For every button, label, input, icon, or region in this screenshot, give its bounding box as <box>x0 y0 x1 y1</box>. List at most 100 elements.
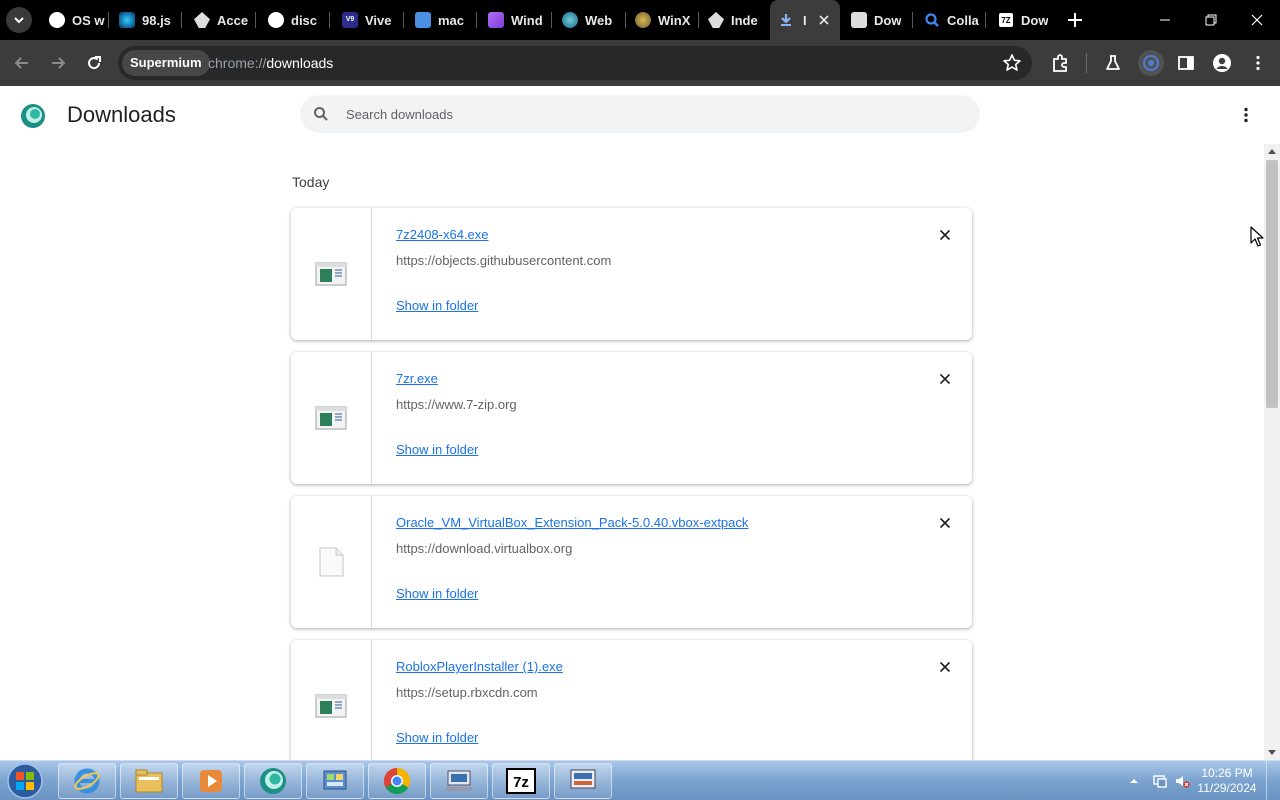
url-text[interactable]: chrome://downloads <box>208 46 333 80</box>
download-icon <box>781 14 791 26</box>
tab-downloads-active[interactable]: I <box>770 0 840 40</box>
remove-download-button[interactable] <box>935 225 955 245</box>
page-scrollbar[interactable] <box>1264 144 1280 760</box>
search-icon <box>314 107 328 121</box>
7zip-icon: 7z <box>506 768 536 794</box>
tab-web[interactable]: Web <box>554 0 626 40</box>
windows-icon <box>488 12 504 28</box>
extensions-button[interactable] <box>1048 51 1072 75</box>
show-in-folder-link[interactable]: Show in folder <box>396 298 478 313</box>
restore-button[interactable] <box>1188 0 1234 40</box>
back-button[interactable] <box>10 51 34 75</box>
tab-dow-7z[interactable]: 7Z Dow <box>990 0 1060 40</box>
forward-button[interactable] <box>46 51 70 75</box>
bookmark-star-icon[interactable] <box>1002 53 1022 73</box>
arrow-left-icon <box>14 57 28 69</box>
taskbar-internet-explorer[interactable] <box>58 763 116 799</box>
site-chip[interactable]: Supermium <box>122 50 210 76</box>
tab-dow[interactable]: Dow <box>843 0 913 40</box>
98js-icon <box>119 12 135 28</box>
profile-button[interactable] <box>1210 51 1234 75</box>
tab-mac[interactable]: mac <box>407 0 477 40</box>
new-tab-icon[interactable] <box>1064 9 1086 31</box>
show-in-folder-link[interactable]: Show in folder <box>396 586 478 601</box>
address-bar[interactable]: Supermium chrome://downloads <box>118 46 1032 80</box>
search-bar[interactable] <box>300 95 980 133</box>
remove-download-button[interactable] <box>935 657 955 677</box>
taskbar-supermium[interactable] <box>244 763 302 799</box>
remove-download-button[interactable] <box>935 369 955 389</box>
source-url: https://download.virtualbox.org <box>396 541 573 556</box>
filename-link[interactable]: 7z2408-x64.exe <box>396 227 489 242</box>
tab-winx[interactable]: WinX <box>627 0 699 40</box>
source-url: https://objects.githubusercontent.com <box>396 253 612 268</box>
restore-icon <box>1205 14 1217 26</box>
tab-label: Web <box>585 12 613 28</box>
labs-button[interactable] <box>1101 51 1125 75</box>
close-tab-icon[interactable] <box>816 12 832 28</box>
arrow-right-icon <box>52 57 66 69</box>
file-icon-column <box>291 496 372 628</box>
start-button[interactable] <box>5 762 45 800</box>
scrollbar-thumb[interactable] <box>1266 160 1278 408</box>
globe-icon <box>1143 55 1159 71</box>
taskbar-media-player[interactable] <box>182 763 240 799</box>
more-actions-icon[interactable] <box>1236 105 1256 125</box>
filename-link[interactable]: Oracle_VM_VirtualBox_Extension_Pack-5.0.… <box>396 515 748 530</box>
close-icon <box>939 661 951 673</box>
minimize-button[interactable] <box>1142 0 1188 40</box>
exe-icon <box>315 262 347 286</box>
chrome-icon <box>383 767 411 795</box>
github-icon <box>49 12 65 28</box>
search-icon <box>925 13 939 27</box>
taskbar-file-explorer[interactable] <box>120 763 178 799</box>
tab-inde[interactable]: Inde <box>700 0 770 40</box>
tab-disc[interactable]: disc <box>260 0 330 40</box>
profile-extension-button[interactable] <box>1138 50 1164 76</box>
show-in-folder-link[interactable]: Show in folder <box>396 730 478 745</box>
side-panel-button[interactable] <box>1174 51 1198 75</box>
minimize-icon <box>1160 19 1170 21</box>
scroll-up-icon[interactable] <box>1268 148 1276 156</box>
browser-menu-button[interactable] <box>1246 51 1270 75</box>
search-input[interactable] <box>346 95 946 133</box>
filename-link[interactable]: 7zr.exe <box>396 371 438 386</box>
show-in-folder-link[interactable]: Show in folder <box>396 442 478 457</box>
screen-icon <box>570 769 596 789</box>
scroll-down-icon[interactable] <box>1268 748 1276 756</box>
close-window-button[interactable] <box>1234 0 1280 40</box>
system-clock[interactable]: 10:26 PM 11/29/2024 <box>1194 766 1260 796</box>
inkscape-icon <box>194 12 210 28</box>
file-icon-column <box>291 208 372 340</box>
tab-label: I <box>803 12 807 28</box>
taskbar-7zip[interactable]: 7z <box>492 763 550 799</box>
network-icon <box>446 770 472 791</box>
globe-icon <box>562 12 578 28</box>
taskbar-screen-app[interactable] <box>554 763 612 799</box>
tab-os-w[interactable]: OS w <box>41 0 109 40</box>
taskbar-control-panel[interactable] <box>306 763 364 799</box>
toolbar-divider <box>1086 53 1087 73</box>
tab-label: Acce <box>217 12 249 28</box>
tray-expand-icon[interactable] <box>1126 773 1142 789</box>
taskbar-network[interactable] <box>430 763 488 799</box>
tab-98js[interactable]: 98.js <box>111 0 182 40</box>
mouse-cursor-icon <box>1250 226 1264 247</box>
remove-download-button[interactable] <box>935 513 955 533</box>
show-desktop-button[interactable] <box>1266 761 1280 800</box>
tab-colla[interactable]: Colla <box>916 0 986 40</box>
volume-muted-icon[interactable] <box>1174 773 1190 789</box>
taskbar-chrome[interactable] <box>368 763 426 799</box>
tab-acce[interactable]: Acce <box>186 0 256 40</box>
github-icon <box>268 12 284 28</box>
reload-button[interactable] <box>82 51 106 75</box>
file-explorer-icon <box>135 769 163 793</box>
tab-wind[interactable]: Wind <box>480 0 552 40</box>
tab-label: 98.js <box>142 12 171 28</box>
tab-search-button[interactable] <box>6 7 32 33</box>
mac-icon <box>415 12 431 28</box>
tab-vive[interactable]: V9 Vive <box>334 0 404 40</box>
download-item: 7zr.exe https://www.7-zip.org Show in fo… <box>291 352 972 484</box>
action-center-icon[interactable] <box>1152 773 1168 789</box>
filename-link[interactable]: RobloxPlayerInstaller (1).exe <box>396 659 563 674</box>
